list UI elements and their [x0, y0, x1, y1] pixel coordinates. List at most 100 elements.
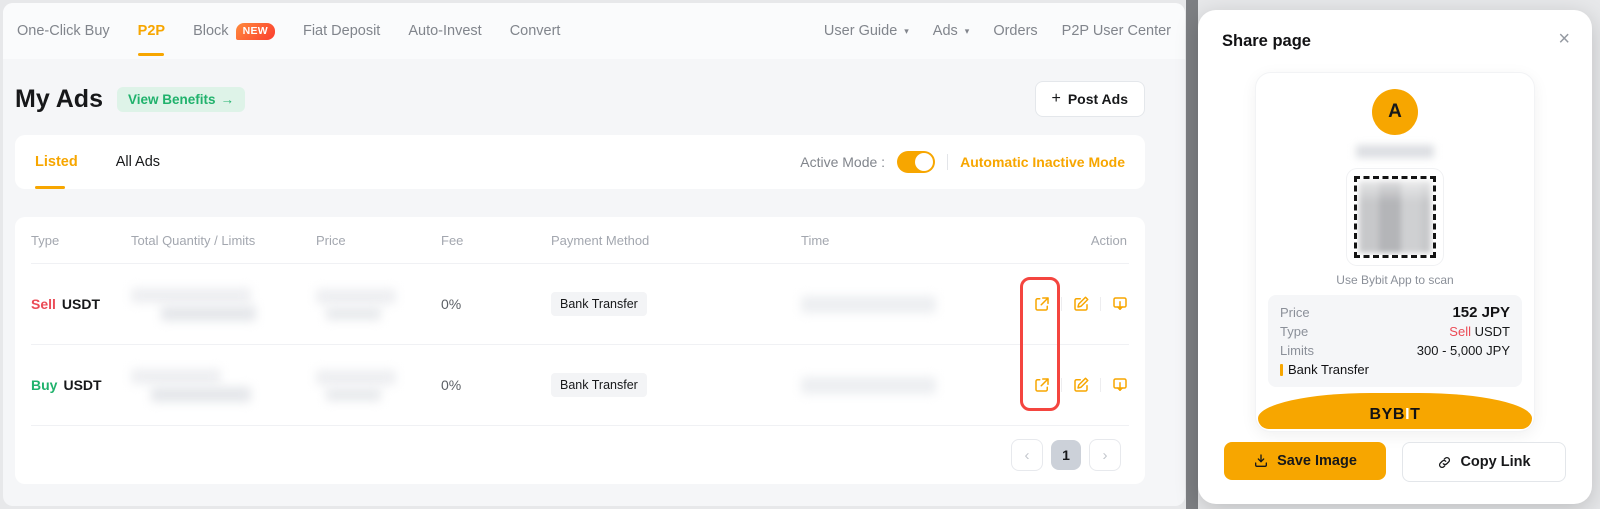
detail-row-limits: Limits 300 - 5,000 JPY: [1280, 341, 1510, 360]
post-ads-button[interactable]: + Post Ads: [1035, 81, 1146, 117]
side-label: Buy: [31, 377, 57, 393]
ad-details-box: Price 152 JPY Type Sell USDT Limits 300 …: [1268, 295, 1522, 387]
nav-item-p2p-user-center[interactable]: P2P User Center: [1062, 23, 1171, 39]
qr-code-frame: [1354, 176, 1436, 258]
pagination-next-button[interactable]: ›: [1089, 439, 1121, 471]
copy-link-label: Copy Link: [1460, 454, 1530, 470]
payment-accent-bar: [1280, 364, 1283, 376]
payment-method-chip: Bank Transfer: [551, 373, 647, 397]
col-quantity-limits: Total Quantity / Limits: [131, 233, 316, 248]
redacted-time: [801, 296, 1001, 313]
share-modal: Share page × A Use Bybit App to scan Pri…: [1198, 10, 1592, 504]
detail-label: Price: [1280, 303, 1310, 322]
col-action: Action: [1001, 233, 1129, 248]
share-icon[interactable]: [1033, 376, 1051, 394]
save-image-button[interactable]: Save Image: [1224, 442, 1386, 480]
active-mode-label: Active Mode :: [800, 154, 885, 170]
share-card: A Use Bybit App to scan Price 152 JPY Ty…: [1255, 72, 1535, 432]
payment-method-cell: Bank Transfer: [551, 292, 801, 316]
download-icon: [1253, 453, 1269, 469]
nav-item-block[interactable]: Block NEW: [193, 23, 275, 40]
fee-value: 0%: [441, 296, 551, 312]
nav-label: User Guide: [824, 23, 897, 39]
save-image-label: Save Image: [1277, 453, 1357, 469]
blur-bar: [316, 370, 396, 385]
new-badge: NEW: [236, 23, 275, 40]
blur-bar: [326, 307, 381, 320]
view-benefits-link[interactable]: View Benefits →: [117, 87, 245, 112]
divider: [1100, 378, 1101, 392]
redacted-quantity: [131, 288, 316, 321]
avatar: A: [1372, 89, 1418, 135]
take-offline-icon[interactable]: [1111, 295, 1129, 313]
nav-item-one-click-buy[interactable]: One-Click Buy: [17, 23, 110, 39]
detail-row-payment: Bank Transfer: [1280, 360, 1510, 379]
detail-row-price: Price 152 JPY: [1280, 303, 1510, 322]
payment-method-cell: Bank Transfer: [551, 373, 801, 397]
redacted-quantity: [131, 369, 316, 402]
tab-label: All Ads: [116, 154, 160, 170]
tab-all-ads[interactable]: All Ads: [116, 135, 160, 189]
row-actions: [1001, 376, 1129, 394]
chevron-down-icon: ▾: [904, 26, 909, 37]
page-title: My Ads: [15, 85, 103, 114]
type-side: Sell: [1449, 324, 1471, 339]
copy-link-button[interactable]: Copy Link: [1402, 442, 1566, 482]
nav-label: P2P User Center: [1062, 23, 1171, 39]
table-row: Sell USDT 0% Bank Transfer: [31, 264, 1129, 345]
nav-item-ads[interactable]: Ads ▾: [933, 23, 970, 39]
active-mode-toggle[interactable]: [897, 151, 935, 173]
nav-label: P2P: [138, 23, 165, 39]
qr-code-blur: [1359, 181, 1431, 253]
redacted-username: [1356, 145, 1434, 158]
share-icon[interactable]: [1033, 295, 1051, 313]
table-header-row: Type Total Quantity / Limits Price Fee P…: [31, 217, 1129, 264]
nav-item-user-guide[interactable]: User Guide ▾: [824, 23, 909, 39]
nav-item-auto-invest[interactable]: Auto-Invest: [408, 23, 481, 39]
type-asset: USDT: [1475, 324, 1510, 339]
detail-label: Type: [1280, 322, 1308, 341]
nav-item-orders[interactable]: Orders: [993, 23, 1037, 39]
detail-label: Limits: [1280, 341, 1314, 360]
col-payment-method: Payment Method: [551, 233, 801, 248]
pagination-page-button[interactable]: 1: [1051, 440, 1081, 470]
pagination-prev-button[interactable]: ‹: [1011, 439, 1043, 471]
p2p-ads-page: One-Click Buy P2P Block NEW Fiat Deposit…: [3, 3, 1185, 506]
plus-icon: +: [1052, 92, 1061, 106]
nav-left-group: One-Click Buy P2P Block NEW Fiat Deposit…: [17, 23, 560, 40]
automatic-inactive-mode-link[interactable]: Automatic Inactive Mode: [960, 154, 1125, 170]
asset-label: USDT: [62, 296, 100, 312]
fee-value: 0%: [441, 377, 551, 393]
tab-label: Listed: [35, 154, 78, 170]
nav-item-convert[interactable]: Convert: [510, 23, 561, 39]
blur-bar: [131, 369, 221, 384]
blur-bar: [131, 288, 251, 303]
blur-bar: [801, 296, 936, 313]
modal-overlay-strip: [1186, 0, 1198, 509]
divider: [1061, 378, 1062, 392]
edit-icon[interactable]: [1072, 295, 1090, 313]
close-icon[interactable]: ×: [1558, 28, 1570, 51]
detail-value: 152 JPY: [1452, 303, 1510, 322]
col-fee: Fee: [441, 233, 551, 248]
chevron-left-icon: ‹: [1025, 447, 1030, 464]
divider: [947, 154, 948, 170]
redacted-price: [316, 289, 441, 320]
blur-bar: [316, 289, 396, 304]
nav-item-p2p[interactable]: P2P: [138, 23, 165, 39]
tab-listed[interactable]: Listed: [35, 135, 78, 189]
nav-item-fiat-deposit[interactable]: Fiat Deposit: [303, 23, 380, 39]
redacted-price: [316, 370, 441, 401]
take-offline-icon[interactable]: [1111, 376, 1129, 394]
edit-icon[interactable]: [1072, 376, 1090, 394]
page-header-left: My Ads View Benefits →: [15, 85, 245, 114]
qr-code: [1347, 169, 1443, 265]
type-cell: Buy USDT: [31, 377, 131, 393]
page-header: My Ads View Benefits → + Post Ads: [15, 81, 1145, 117]
post-ads-label: Post Ads: [1068, 91, 1128, 107]
blur-bar: [161, 306, 256, 321]
nav-label: One-Click Buy: [17, 23, 110, 39]
divider: [1061, 297, 1062, 311]
redacted-time: [801, 377, 1001, 394]
link-icon: [1437, 455, 1452, 470]
